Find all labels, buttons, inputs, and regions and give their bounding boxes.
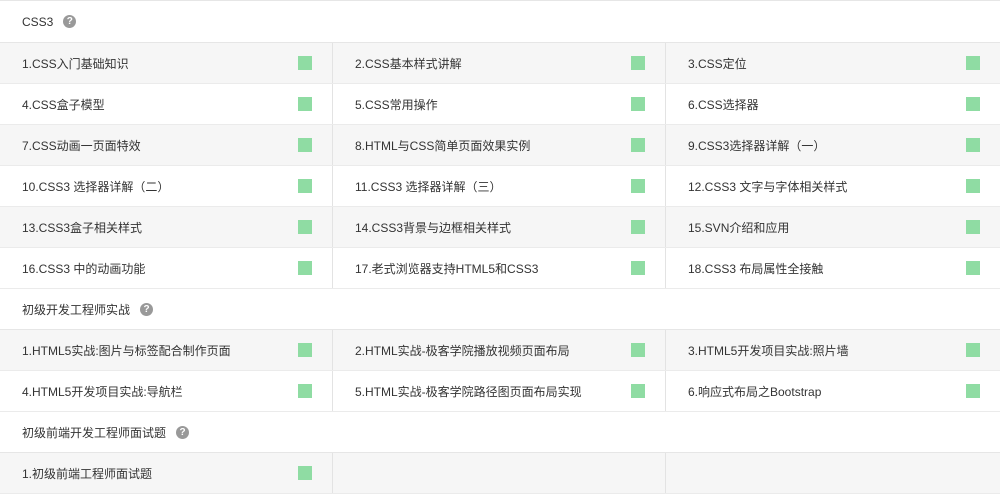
course-item-label: 4.CSS盒子模型 [22, 97, 105, 112]
course-item-label: 6.响应式布局之Bootstrap [688, 384, 822, 399]
course-item-label: 8.HTML与CSS简单页面效果实例 [355, 138, 531, 153]
course-item[interactable]: 2.CSS基本样式讲解 [333, 43, 666, 83]
course-item-label: 3.CSS定位 [688, 56, 747, 71]
section-title: 初级开发工程师实战 [22, 302, 131, 317]
course-item-label: 7.CSS动画一页面特效 [22, 138, 141, 153]
status-square-icon [298, 343, 312, 357]
course-item[interactable]: 16.CSS3 中的动画功能 [0, 248, 333, 288]
status-square-icon [966, 384, 980, 398]
grid-row: 7.CSS动画一页面特效 8.HTML与CSS简单页面效果实例 9.CSS3选择… [0, 125, 1000, 166]
status-square-icon [298, 179, 312, 193]
section-header: 初级开发工程师实战 ? [0, 289, 1000, 330]
section-frontend-interview: 初级前端开发工程师面试题 ? 1.初级前端工程师面试题 [0, 412, 1000, 494]
course-item[interactable]: 8.HTML与CSS简单页面效果实例 [333, 125, 666, 165]
course-item-label: 13.CSS3盒子相关样式 [22, 220, 143, 235]
course-item[interactable]: 1.初级前端工程师面试题 [0, 453, 333, 493]
course-item-label: 5.HTML实战-极客学院路径图页面布局实现 [355, 384, 582, 399]
status-square-icon [631, 138, 645, 152]
status-square-icon [966, 138, 980, 152]
course-item-label: 11.CSS3 选择器详解（三） [355, 179, 502, 194]
course-item[interactable]: 17.老式浏览器支持HTML5和CSS3 [333, 248, 666, 288]
grid-row: 1.CSS入门基础知识 2.CSS基本样式讲解 3.CSS定位 [0, 43, 1000, 84]
course-item-label: 4.HTML5开发项目实战:导航栏 [22, 384, 183, 399]
status-square-icon [298, 138, 312, 152]
course-item[interactable]: 3.CSS定位 [666, 43, 1000, 83]
course-item[interactable]: 6.CSS选择器 [666, 84, 1000, 124]
course-item[interactable]: 3.HTML5开发项目实战:照片墙 [666, 330, 1000, 370]
status-square-icon [631, 179, 645, 193]
course-item[interactable]: 18.CSS3 布局属性全接触 [666, 248, 1000, 288]
course-item[interactable]: 1.CSS入门基础知识 [0, 43, 333, 83]
empty-cell [666, 453, 1000, 493]
course-item-label: 3.HTML5开发项目实战:照片墙 [688, 343, 849, 358]
status-square-icon [631, 261, 645, 275]
grid-row: 1.HTML5实战:图片与标签配合制作页面 2.HTML实战-极客学院播放视频页… [0, 330, 1000, 371]
course-item[interactable]: 6.响应式布局之Bootstrap [666, 371, 1000, 411]
course-item-label: 1.初级前端工程师面试题 [22, 466, 153, 481]
course-item-label: 1.HTML5实战:图片与标签配合制作页面 [22, 343, 231, 358]
status-square-icon [966, 261, 980, 275]
course-item[interactable]: 1.HTML5实战:图片与标签配合制作页面 [0, 330, 333, 370]
status-square-icon [966, 179, 980, 193]
section-header: 初级前端开发工程师面试题 ? [0, 412, 1000, 453]
grid-row: 16.CSS3 中的动画功能 17.老式浏览器支持HTML5和CSS3 18.C… [0, 248, 1000, 289]
course-item[interactable]: 9.CSS3选择器详解（一） [666, 125, 1000, 165]
course-item-label: 15.SVN介绍和应用 [688, 220, 790, 235]
course-item-label: 2.CSS基本样式讲解 [355, 56, 462, 71]
course-item[interactable]: 13.CSS3盒子相关样式 [0, 207, 333, 247]
help-icon[interactable]: ? [63, 15, 77, 28]
status-square-icon [966, 97, 980, 111]
section-header: CSS3 ? [0, 1, 1000, 43]
course-item-label: 18.CSS3 布局属性全接触 [688, 261, 824, 276]
course-item-label: 16.CSS3 中的动画功能 [22, 261, 146, 276]
empty-cell [333, 453, 666, 493]
status-square-icon [298, 97, 312, 111]
course-item[interactable]: 5.HTML实战-极客学院路径图页面布局实现 [333, 371, 666, 411]
course-catalog: CSS3 ? 1.CSS入门基础知识 2.CSS基本样式讲解 3.CSS定位 4… [0, 0, 1000, 501]
course-item-label: 2.HTML实战-极客学院播放视频页面布局 [355, 343, 570, 358]
status-square-icon [631, 220, 645, 234]
course-item[interactable]: 4.HTML5开发项目实战:导航栏 [0, 371, 333, 411]
course-item-label: 5.CSS常用操作 [355, 97, 438, 112]
help-icon[interactable]: ? [176, 425, 190, 439]
status-square-icon [631, 384, 645, 398]
grid-row: 4.CSS盒子模型 5.CSS常用操作 6.CSS选择器 [0, 84, 1000, 125]
status-square-icon [966, 56, 980, 70]
status-square-icon [298, 384, 312, 398]
course-item-label: 14.CSS3背景与边框相关样式 [355, 220, 512, 235]
status-square-icon [298, 220, 312, 234]
status-square-icon [631, 343, 645, 357]
grid-row: 4.HTML5开发项目实战:导航栏 5.HTML实战-极客学院路径图页面布局实现… [0, 371, 1000, 412]
course-item[interactable]: 2.HTML实战-极客学院播放视频页面布局 [333, 330, 666, 370]
help-icon[interactable]: ? [140, 302, 154, 316]
section-title: 初级前端开发工程师面试题 [22, 425, 167, 440]
course-item[interactable]: 5.CSS常用操作 [333, 84, 666, 124]
course-item[interactable]: 10.CSS3 选择器详解（二） [0, 166, 333, 206]
section-title: CSS3 [22, 14, 54, 29]
course-item-label: 1.CSS入门基础知识 [22, 56, 129, 71]
course-item-label: 9.CSS3选择器详解（一） [688, 138, 826, 153]
status-square-icon [631, 97, 645, 111]
section-css3: CSS3 ? 1.CSS入门基础知识 2.CSS基本样式讲解 3.CSS定位 4… [0, 1, 1000, 289]
course-item-label: 17.老式浏览器支持HTML5和CSS3 [355, 261, 539, 276]
course-item-label: 12.CSS3 文字与字体相关样式 [688, 179, 848, 194]
status-square-icon [298, 466, 312, 480]
course-item[interactable]: 12.CSS3 文字与字体相关样式 [666, 166, 1000, 206]
status-square-icon [966, 343, 980, 357]
course-item[interactable]: 15.SVN介绍和应用 [666, 207, 1000, 247]
course-item-label: 6.CSS选择器 [688, 97, 759, 112]
section-junior-dev-practice: 初级开发工程师实战 ? 1.HTML5实战:图片与标签配合制作页面 2.HTML… [0, 289, 1000, 412]
course-item[interactable]: 14.CSS3背景与边框相关样式 [333, 207, 666, 247]
status-square-icon [631, 56, 645, 70]
grid-row: 13.CSS3盒子相关样式 14.CSS3背景与边框相关样式 15.SVN介绍和… [0, 207, 1000, 248]
course-item[interactable]: 7.CSS动画一页面特效 [0, 125, 333, 165]
course-item[interactable]: 11.CSS3 选择器详解（三） [333, 166, 666, 206]
grid-row: 10.CSS3 选择器详解（二） 11.CSS3 选择器详解（三） 12.CSS… [0, 166, 1000, 207]
status-square-icon [298, 56, 312, 70]
status-square-icon [298, 261, 312, 275]
course-item-label: 10.CSS3 选择器详解（二） [22, 179, 170, 194]
grid-row: 1.初级前端工程师面试题 [0, 453, 1000, 494]
course-item[interactable]: 4.CSS盒子模型 [0, 84, 333, 124]
status-square-icon [966, 220, 980, 234]
